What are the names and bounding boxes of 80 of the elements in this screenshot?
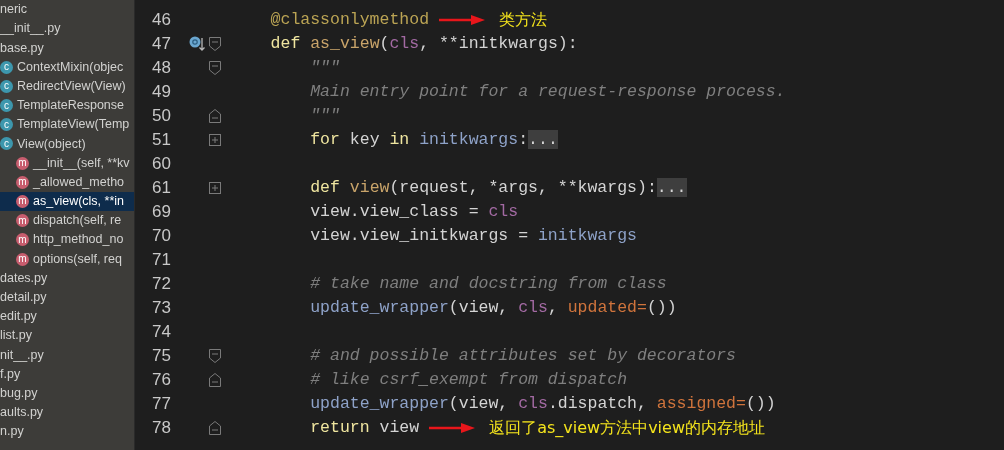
line-number: 61: [151, 177, 171, 200]
line-number: 50: [151, 105, 171, 128]
tree-item[interactable]: n.py: [0, 422, 134, 442]
class-badge-icon: c: [0, 99, 13, 113]
arrow-icon: [439, 15, 486, 25]
method-badge-icon: m: [16, 194, 29, 208]
code-line: # like csrf_exempt from dispatch: [309, 368, 628, 391]
code-line: """: [309, 104, 340, 127]
line-number: 60: [151, 153, 171, 176]
code-line: view.view_class = cls: [309, 200, 519, 223]
line-number: 75: [151, 345, 171, 368]
override-marker-icon[interactable]: [189, 36, 205, 52]
tree-item[interactable]: aults.py: [0, 402, 134, 423]
tree-item[interactable]: __init__.py: [0, 19, 134, 39]
line-number: 77: [151, 393, 171, 416]
tree-item[interactable]: m _allowed_metho: [0, 172, 134, 192]
fold-collapse-icon[interactable]: [208, 349, 221, 363]
line-number: 70: [151, 225, 171, 248]
tree-item[interactable]: c View(object): [0, 134, 134, 154]
tree-item[interactable]: base.py: [0, 38, 134, 58]
tree-item[interactable]: c TemplateView(Temp: [0, 115, 134, 135]
code-line: """: [309, 56, 340, 79]
code-line: view.view_initkwargs = initkwargs: [309, 224, 637, 247]
method-badge-icon: m: [16, 156, 29, 170]
class-badge-icon: c: [0, 60, 13, 74]
code-line: @classonlymethod: [269, 8, 430, 31]
tree-item[interactable]: m as_view(cls, **in: [0, 191, 134, 212]
fold-collapse-icon[interactable]: [208, 373, 221, 387]
annotation-text: 返回了as_view方法中view的内存地址: [489, 417, 765, 439]
line-number: 73: [151, 297, 171, 320]
tree-item[interactable]: m http_method_no: [0, 230, 134, 250]
method-badge-icon: m: [16, 233, 29, 247]
code-line: # and possible attributes set by decorators: [309, 344, 736, 367]
tree-item[interactable]: edit.py: [0, 307, 134, 327]
tree-item[interactable]: c RedirectView(View): [0, 76, 134, 96]
code-line: Main entry point for a request-response process.: [309, 80, 786, 103]
class-badge-icon: c: [0, 79, 13, 93]
line-number: 71: [151, 249, 171, 272]
tree-item[interactable]: f.py: [0, 364, 134, 384]
code-line: for key in initkwargs:...: [309, 128, 558, 151]
line-number: 51: [151, 129, 171, 152]
tree-item[interactable]: m dispatch(self, re: [0, 211, 134, 231]
code-line: def as_view(cls, **initkwargs):: [269, 32, 578, 55]
arrow-icon: [429, 423, 476, 433]
line-number: 47: [151, 33, 171, 56]
tree-item[interactable]: c TemplateResponse: [0, 95, 134, 116]
method-badge-icon: m: [16, 252, 29, 266]
tree-item[interactable]: m __init__(self, **kv: [0, 153, 134, 173]
method-badge-icon: m: [16, 214, 29, 228]
tree-item[interactable]: dates.py: [0, 268, 134, 288]
code-line: update_wrapper(view, cls, updated=()): [309, 296, 677, 319]
code-line: update_wrapper(view, cls.dispatch, assigned=()): [309, 392, 776, 415]
fold-collapse-icon[interactable]: [208, 37, 221, 51]
code-line: return view: [309, 416, 420, 439]
class-badge-icon: c: [0, 137, 13, 151]
fold-expand-icon[interactable]: [208, 182, 221, 194]
fold-collapse-icon[interactable]: [208, 421, 221, 435]
fold-expand-icon[interactable]: [208, 134, 221, 146]
line-number: 78: [151, 417, 171, 440]
tree-item[interactable]: detail.py: [0, 287, 134, 307]
line-number: 48: [151, 57, 171, 80]
line-number: 76: [151, 369, 171, 392]
line-number: 69: [151, 201, 171, 224]
class-badge-icon: c: [0, 118, 13, 132]
tree-item[interactable]: nit__.py: [0, 345, 134, 365]
tree-item[interactable]: m options(self, req: [0, 249, 134, 269]
line-number: 49: [151, 81, 171, 104]
tree-item[interactable]: bug.py: [0, 383, 134, 403]
tree-item[interactable]: c ContextMixin(objec: [0, 57, 134, 77]
tree-item[interactable]: neric: [0, 0, 134, 20]
line-number: 74: [151, 321, 171, 344]
line-number: 46: [151, 9, 171, 32]
line-number: 72: [151, 273, 171, 296]
annotation-text: 类方法: [499, 9, 548, 31]
method-badge-icon: m: [16, 175, 29, 189]
code-line: def view(request, *args, **kwargs):...: [309, 176, 687, 199]
fold-collapse-icon[interactable]: [208, 109, 221, 123]
fold-collapse-icon[interactable]: [208, 61, 221, 75]
code-line: # take name and docstring from class: [309, 272, 667, 295]
tree-item[interactable]: list.py: [0, 326, 134, 346]
